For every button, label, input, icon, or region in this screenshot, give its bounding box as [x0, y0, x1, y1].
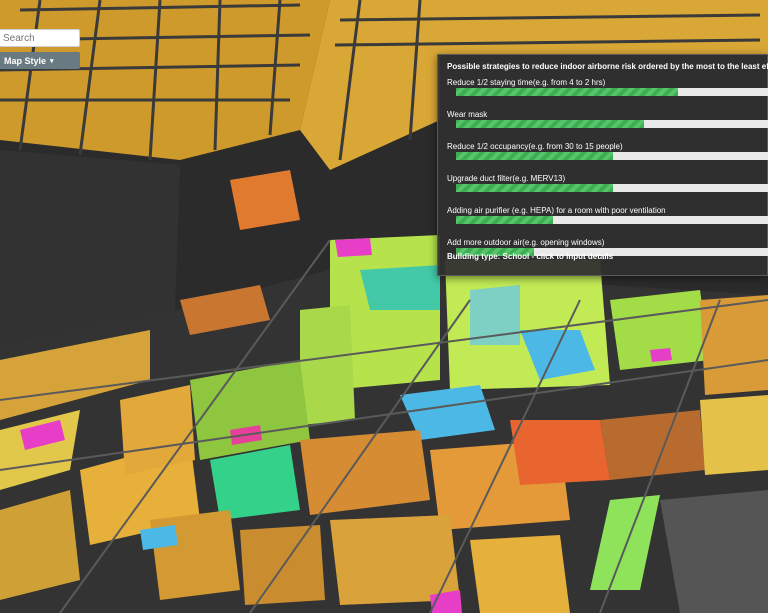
- map-style-label: Map Style: [4, 55, 47, 66]
- effectiveness-bar: [456, 152, 768, 160]
- map-style-button[interactable]: Map Style ▾: [0, 52, 80, 69]
- effectiveness-bar-fill: [456, 152, 613, 160]
- strategy-label: Reduce 1/2 staying time(e.g. from 4 to 2…: [447, 78, 606, 87]
- effectiveness-bar: [456, 120, 768, 128]
- risk-strategies-panel: Possible strategies to reduce indoor air…: [437, 54, 768, 276]
- strategy-item: Reduce 1/2 staying time(e.g. from 4 to 2…: [447, 78, 768, 110]
- effectiveness-bar: [456, 216, 768, 224]
- strategy-item: Upgrade duct filter(e.g. MERV13): [447, 174, 768, 206]
- strategy-item: Adding air purifier (e.g. HEPA) for a ro…: [447, 206, 768, 238]
- effectiveness-bar-fill: [456, 88, 679, 96]
- strategy-label: Upgrade duct filter(e.g. MERV13): [447, 174, 566, 183]
- strategy-label: Add more outdoor air(e.g. opening window…: [447, 238, 605, 247]
- effectiveness-bar: [456, 88, 768, 96]
- strategy-label: Adding air purifier (e.g. HEPA) for a ro…: [447, 206, 666, 215]
- strategy-label: Reduce 1/2 occupancy(e.g. from 30 to 15 …: [447, 142, 623, 151]
- strategy-item: Reduce 1/2 occupancy(e.g. from 30 to 15 …: [447, 142, 768, 174]
- chevron-down-icon: ▾: [50, 57, 54, 65]
- search-input[interactable]: [0, 29, 80, 47]
- effectiveness-bar-fill: [456, 120, 644, 128]
- building-type-link[interactable]: Building type: School - click to input d…: [447, 252, 613, 261]
- effectiveness-bar-fill: [456, 184, 613, 192]
- strategy-label: Wear mask: [447, 110, 488, 119]
- effectiveness-bar: [456, 184, 768, 192]
- strategy-item: Wear mask: [447, 110, 768, 142]
- panel-title: Possible strategies to reduce indoor air…: [447, 62, 768, 71]
- effectiveness-bar-fill: [456, 216, 554, 224]
